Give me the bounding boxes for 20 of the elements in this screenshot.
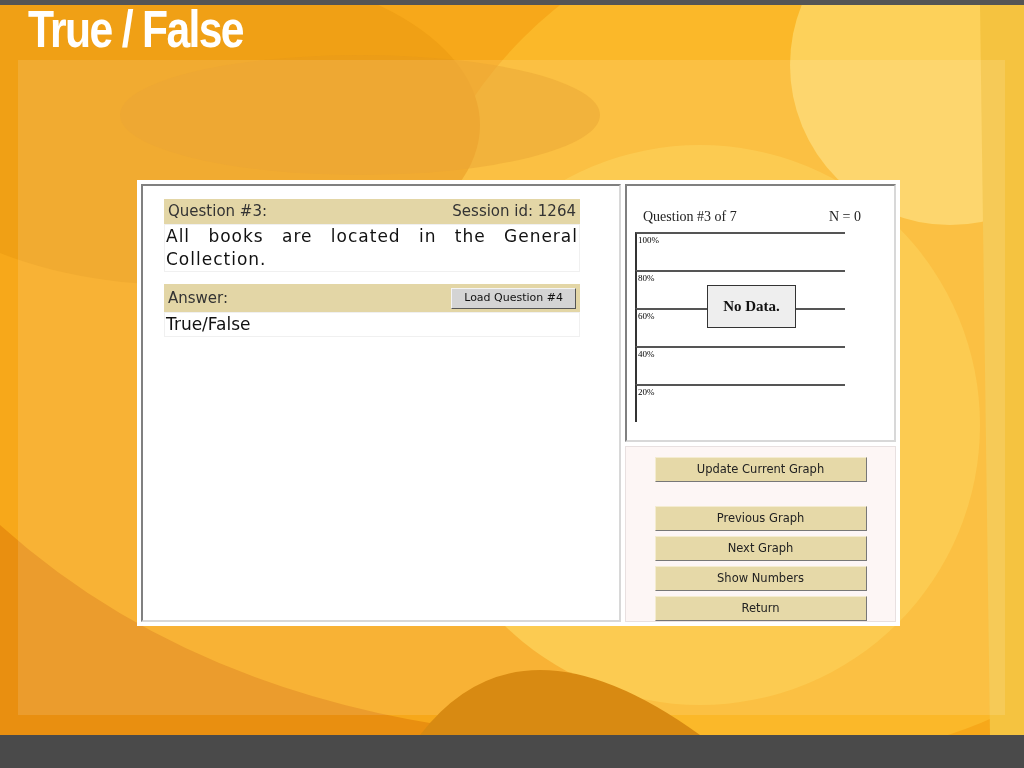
question-text: All books are located in the General Collection. (165, 225, 579, 271)
graph-button[interactable]: Previous Graph (654, 506, 867, 531)
graph-button[interactable]: Return (654, 596, 867, 621)
gridline-label: 80% (637, 272, 656, 284)
graph-button[interactable]: Next Graph (654, 536, 867, 561)
session-id: Session id: 1264 (452, 201, 576, 223)
gridline-label: 60% (637, 310, 656, 322)
answer-value: True/False (165, 313, 252, 336)
sample-count: N = 0 (829, 208, 861, 226)
graph-title: Question #3 of 7 (643, 208, 737, 226)
gridline-label: 40% (637, 348, 656, 360)
update-graph-button[interactable]: Update Current Graph (654, 457, 867, 482)
gridline-label: 100% (637, 234, 660, 246)
answer-label: Answer: (168, 287, 229, 309)
no-data-message: No Data. (723, 297, 780, 317)
gridline-label: 20% (637, 386, 656, 398)
load-question-button[interactable]: Load Question #4 (451, 287, 576, 309)
slide-title: True / False (28, 0, 243, 58)
question-label: Question #3: (168, 201, 268, 223)
graph-button[interactable]: Show Numbers (654, 566, 867, 591)
